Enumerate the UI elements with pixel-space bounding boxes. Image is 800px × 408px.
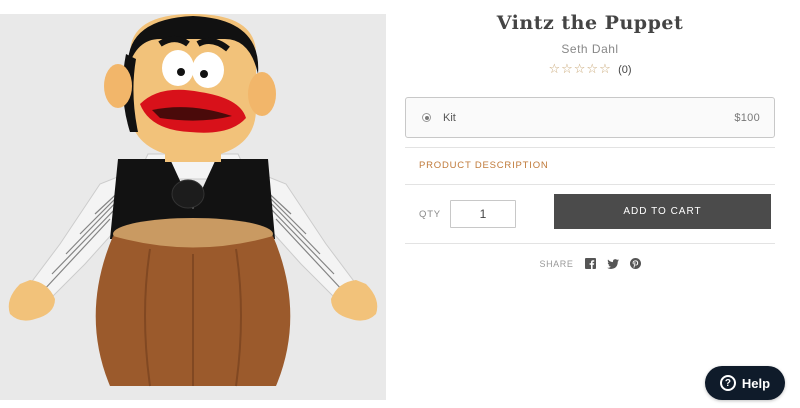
product-rating[interactable]: ☆☆☆☆☆ (0) bbox=[405, 62, 775, 77]
help-button[interactable]: ? Help bbox=[705, 366, 785, 400]
pinterest-icon[interactable] bbox=[629, 258, 641, 269]
add-to-cart-button[interactable]: ADD TO CART bbox=[554, 194, 771, 229]
help-label: Help bbox=[741, 375, 771, 391]
puppet-illustration bbox=[0, 14, 386, 400]
divider bbox=[405, 147, 775, 148]
rating-stars-icon[interactable]: ☆☆☆☆☆ bbox=[548, 62, 611, 77]
facebook-icon[interactable] bbox=[584, 258, 596, 269]
twitter-icon[interactable] bbox=[606, 258, 619, 269]
divider bbox=[405, 184, 775, 185]
product-description-tab[interactable]: PRODUCT DESCRIPTION bbox=[419, 160, 549, 171]
product-image[interactable] bbox=[0, 14, 386, 400]
divider bbox=[405, 243, 775, 244]
review-count[interactable]: (0) bbox=[618, 64, 631, 76]
variant-label: Kit bbox=[443, 111, 456, 124]
qty-label: QTY bbox=[419, 209, 441, 220]
variant-price: $100 bbox=[734, 111, 760, 124]
variant-option-kit[interactable]: Kit $100 bbox=[405, 97, 775, 138]
share-label: SHARE bbox=[539, 258, 574, 269]
share-bar: SHARE bbox=[405, 258, 775, 269]
product-author: Seth Dahl bbox=[561, 42, 619, 56]
quantity-input[interactable] bbox=[450, 200, 516, 228]
variant-radio-selected[interactable] bbox=[422, 113, 431, 122]
product-title: Vintz the Puppet bbox=[496, 12, 684, 34]
question-mark-icon: ? bbox=[719, 375, 736, 391]
